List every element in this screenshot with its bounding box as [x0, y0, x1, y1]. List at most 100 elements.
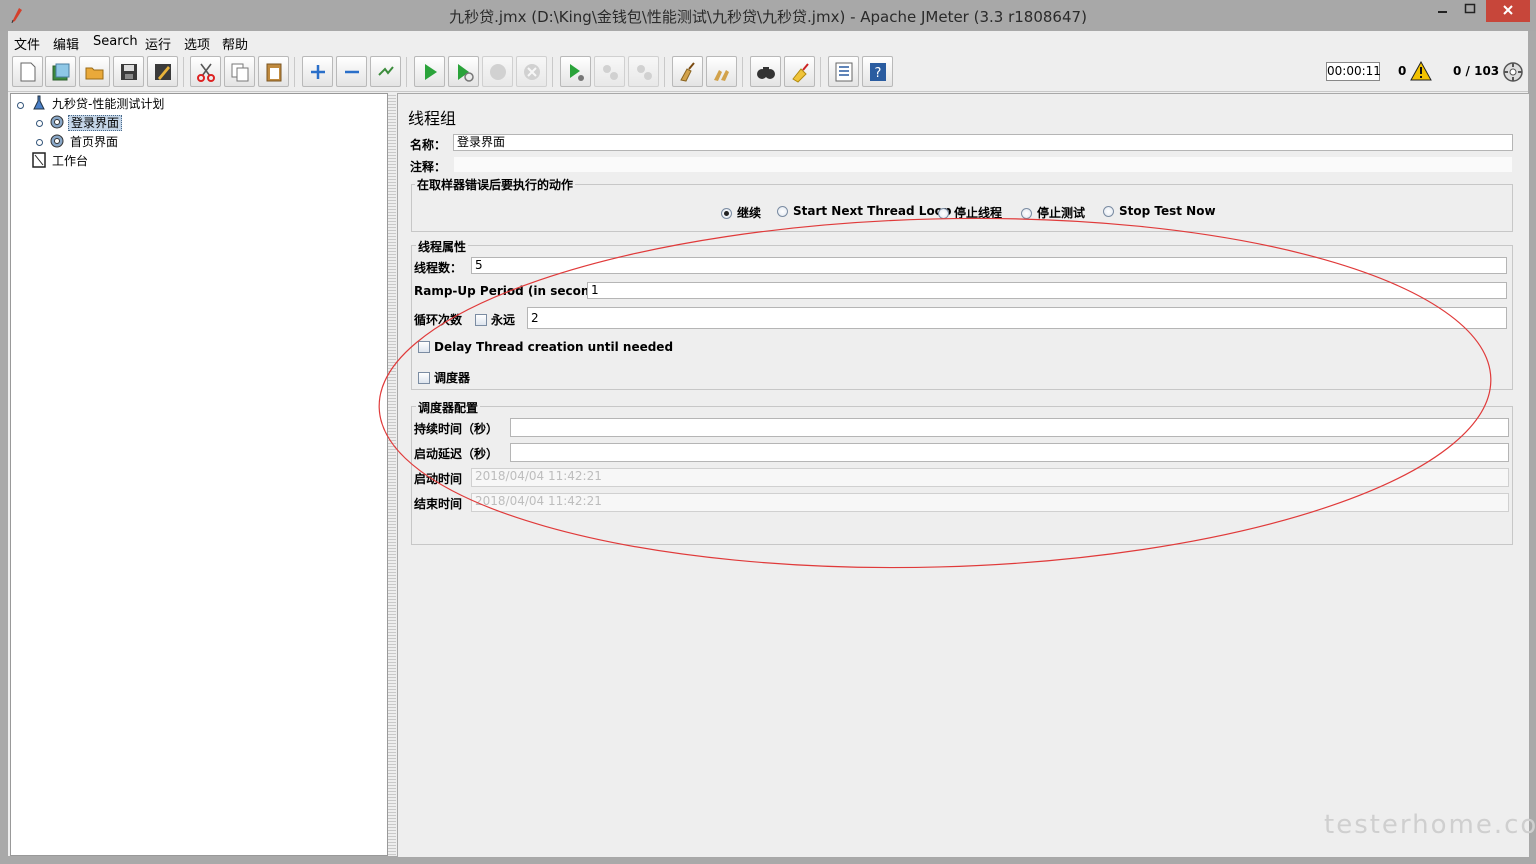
loop-count-label: 循环次数: [414, 313, 463, 327]
panel-title: 线程组: [408, 109, 457, 128]
svg-text:?: ?: [875, 66, 882, 81]
tree-node-label: 九秒贷-性能测试计划: [52, 97, 165, 111]
thread-count-label: 线程数：: [414, 261, 463, 275]
radio-stop-test[interactable]: 停止测试: [1021, 204, 1085, 221]
forever-checkbox[interactable]: 永远: [475, 311, 515, 328]
collapse-icon: [345, 70, 359, 74]
stop-button[interactable]: [482, 56, 513, 87]
menu-file[interactable]: 文件: [14, 34, 40, 53]
radio-label: 继续: [737, 206, 762, 220]
forever-label: 永远: [491, 313, 516, 327]
function-helper-button[interactable]: [828, 56, 859, 87]
radio-start-next-loop[interactable]: Start Next Thread Loop: [777, 204, 952, 218]
paste-button[interactable]: [258, 56, 289, 87]
open-button[interactable]: [79, 56, 110, 87]
workbench-icon: [32, 152, 46, 168]
search-button[interactable]: [750, 56, 781, 87]
start-time-label: 启动时间: [414, 472, 463, 486]
save-as-button[interactable]: [147, 56, 178, 87]
checkbox-indicator: [418, 341, 430, 353]
duration-field[interactable]: [510, 418, 1509, 437]
menu-help[interactable]: 帮助: [222, 34, 248, 53]
radio-stop-thread[interactable]: 停止线程: [938, 204, 1002, 221]
clear-button[interactable]: [672, 56, 703, 87]
tree-node-thread-group[interactable]: 登录界面: [49, 114, 123, 132]
maximize-icon: [1464, 3, 1476, 14]
save-button[interactable]: [113, 56, 144, 87]
comment-field[interactable]: [453, 156, 1513, 173]
radio-indicator: [938, 208, 949, 219]
copy-icon: [231, 63, 249, 82]
toolbar-separator: [552, 57, 553, 87]
toolbar-separator: [742, 57, 743, 87]
tree-node-workbench[interactable]: 工作台: [31, 152, 90, 170]
toolbar-separator: [664, 57, 665, 87]
tree-node-test-plan[interactable]: 九秒贷-性能测试计划: [31, 95, 166, 113]
toggle-button[interactable]: [370, 56, 401, 87]
stop-icon: [490, 64, 506, 80]
thread-group-icon: [50, 115, 64, 129]
app-window: 文件 编辑 Search 运行 选项 帮助 ? 00:00:11 0 0 / 1…: [8, 31, 1530, 858]
name-label: 名称：: [410, 138, 447, 152]
clear-all-button[interactable]: [706, 56, 737, 87]
delay-thread-checkbox[interactable]: Delay Thread creation until needed: [418, 340, 673, 354]
reset-search-button[interactable]: [784, 56, 815, 87]
remote-status-icon[interactable]: [1502, 61, 1524, 83]
maximize-button[interactable]: [1457, 0, 1483, 22]
name-field[interactable]: 登录界面: [453, 134, 1513, 151]
clear-icon: [680, 62, 695, 82]
open-icon: [85, 67, 104, 80]
start-no-pause-button[interactable]: [448, 56, 479, 87]
shutdown-button[interactable]: [516, 56, 547, 87]
start-time-field[interactable]: 2018/04/04 11:42:21: [471, 468, 1509, 487]
active-threads-count: 0 / 103: [1453, 64, 1500, 78]
tree-toggle-icon[interactable]: [35, 138, 44, 147]
on-error-title: 在取样器错误后要执行的动作: [415, 176, 576, 193]
duration-label: 持续时间（秒）: [414, 422, 499, 436]
rampup-label: Ramp-Up Period (in seconds):: [414, 284, 616, 298]
radio-label: Start Next Thread Loop: [793, 204, 952, 218]
radio-indicator: [777, 206, 788, 217]
expand-all-button[interactable]: [302, 56, 333, 87]
thread-count-field[interactable]: 5: [471, 257, 1507, 274]
title-bar: 九秒贷.jmx (D:\King\金钱包\性能测试\九秒贷\九秒贷.jmx) -…: [0, 0, 1536, 31]
function-helper-icon: [835, 62, 853, 82]
close-button[interactable]: [1486, 0, 1530, 22]
menu-edit[interactable]: 编辑: [53, 34, 79, 53]
split-pane-divider[interactable]: [388, 93, 396, 856]
checkbox-indicator: [475, 314, 487, 326]
radio-continue[interactable]: 继续: [721, 204, 761, 221]
menu-search[interactable]: Search: [93, 34, 138, 49]
remote-start-icon: [570, 64, 584, 81]
copy-button[interactable]: [224, 56, 255, 87]
scheduler-checkbox[interactable]: 调度器: [418, 369, 470, 386]
new-button[interactable]: [12, 56, 43, 87]
help-button[interactable]: ?: [862, 56, 893, 87]
start-icon: [425, 64, 437, 80]
tree-toggle-icon[interactable]: [16, 101, 25, 110]
end-time-field[interactable]: 2018/04/04 11:42:21: [471, 493, 1509, 512]
thread-group-icon: [50, 134, 64, 148]
minimize-button[interactable]: [1430, 0, 1456, 22]
collapse-all-button[interactable]: [336, 56, 367, 87]
menu-run[interactable]: 运行: [145, 34, 171, 53]
remote-shutdown-button[interactable]: [628, 56, 659, 87]
loop-count-field[interactable]: 2: [527, 307, 1507, 329]
scheduler-label: 调度器: [434, 371, 471, 385]
start-button[interactable]: [414, 56, 445, 87]
startup-delay-field[interactable]: [510, 443, 1509, 462]
window-title: 九秒贷.jmx (D:\King\金钱包\性能测试\九秒贷\九秒贷.jmx) -…: [449, 8, 1087, 26]
remote-stop-button[interactable]: [594, 56, 625, 87]
cut-button[interactable]: [190, 56, 221, 87]
templates-button[interactable]: [45, 56, 76, 87]
remote-start-button[interactable]: [560, 56, 591, 87]
tree-node-thread-group[interactable]: 首页界面: [49, 133, 120, 151]
elapsed-timer: 00:00:11: [1326, 62, 1381, 81]
radio-indicator: [1103, 206, 1114, 217]
tree-toggle-icon[interactable]: [35, 119, 44, 128]
warning-icon[interactable]: [1410, 61, 1432, 81]
toolbar-separator: [183, 57, 184, 87]
menu-options[interactable]: 选项: [184, 34, 210, 53]
rampup-field[interactable]: 1: [587, 282, 1507, 299]
radio-stop-test-now[interactable]: Stop Test Now: [1103, 204, 1216, 218]
